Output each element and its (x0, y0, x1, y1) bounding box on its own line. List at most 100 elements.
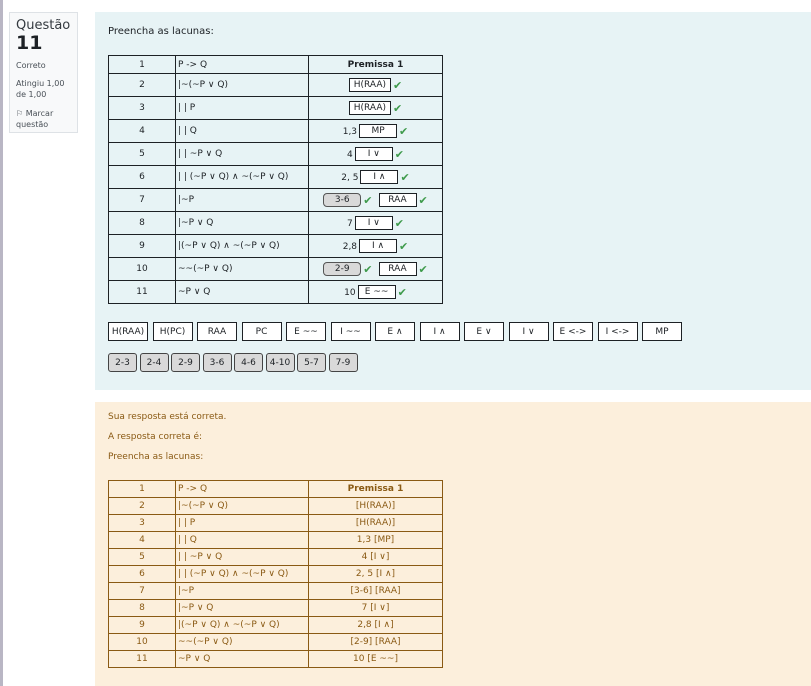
table-row: 9 |(~P ∨ Q) ∧ ~(~P ∨ Q) 2,8 [I ∧] (108, 616, 443, 634)
range-drop-slot[interactable]: 3-6 (323, 193, 362, 207)
check-icon: ✔ (399, 124, 409, 138)
rule-drop-slot[interactable]: I ∧ (360, 170, 399, 184)
row-formula: |~(~P ∨ Q) (175, 73, 309, 97)
rule-drop-slot[interactable]: RAA (378, 193, 417, 207)
range-token[interactable]: 4-10 (265, 353, 295, 372)
rule-token[interactable]: H(RAA) (108, 322, 148, 341)
check-icon: ✔ (393, 78, 403, 92)
row-justification: [2-9] [RAA] (308, 633, 443, 651)
range-drop-slot[interactable]: 2-9 (323, 262, 362, 276)
range-token[interactable]: 2-4 (139, 353, 169, 372)
table-row: 11 ~P ∨ Q 10 E ~~ ✔ (108, 280, 443, 304)
left-rail (0, 0, 3, 686)
rule-drop-slot[interactable]: I ∧ (359, 239, 398, 253)
table-row: 6 | | (~P ∨ Q) ∧ ~(~P ∨ Q) 2, 5 [I ∧] (108, 565, 443, 583)
rule-drop-slot[interactable]: I ∨ (354, 216, 393, 230)
table-row: 5 | | ~P ∨ Q4I ∨ ✔ (108, 142, 443, 166)
row-number: 4 (108, 119, 176, 143)
row-formula: | | Q (175, 119, 309, 143)
row-formula: | | ~P ∨ Q (175, 142, 309, 166)
rule-token[interactable]: I ∧ (419, 322, 460, 341)
row-formula: |~P ∨ Q (175, 599, 309, 617)
proof-table: 1 P -> Q Premissa 1 2 |~(~P ∨ Q) H(RAA) ✔ 3 |… (108, 55, 443, 304)
table-row: 10 ~~(~P ∨ Q) [2-9] [RAA] (108, 633, 443, 651)
table-row: 11 ~P ∨ Q 10 [E ~~] (108, 650, 443, 668)
line-reference: 2, 5 (341, 172, 359, 183)
row-justification: 4 [I ∨] (308, 548, 443, 566)
rule-token[interactable]: E ∧ (375, 322, 415, 341)
row-formula: P -> Q (175, 55, 309, 74)
row-formula: |(~P ∨ Q) ∧ ~(~P ∨ Q) (175, 234, 309, 258)
rule-token[interactable]: E <-> (553, 322, 593, 341)
range-token[interactable]: 5-7 (297, 353, 326, 372)
rule-drop-slot[interactable]: H(RAA) (348, 101, 392, 115)
table-row: 10 ~~(~P ∨ Q) 2-9 ✔ RAA ✔ (108, 257, 443, 281)
range-token[interactable]: 3-6 (202, 353, 232, 372)
row-formula: P -> Q (175, 480, 309, 498)
rule-token[interactable]: E ~~ (286, 322, 326, 341)
check-icon: ✔ (418, 262, 428, 276)
row-formula: | | (~P ∨ Q) ∧ ~(~P ∨ Q) (175, 165, 309, 189)
rule-token[interactable]: I <-> (597, 322, 638, 341)
rule-token[interactable]: I ~~ (330, 322, 371, 341)
row-number: 7 (108, 188, 176, 212)
range-token[interactable]: 4-6 (234, 353, 263, 372)
row-number: 4 (108, 531, 176, 549)
check-icon: ✔ (363, 193, 373, 207)
range-token[interactable]: 2-9 (171, 353, 200, 372)
rule-token[interactable]: RAA (197, 322, 237, 341)
table-row: 3 | | P [H(RAA)] (108, 514, 443, 532)
row-number: 9 (108, 616, 176, 634)
table-row: 5 | | ~P ∨ Q4 [I ∨] (108, 548, 443, 566)
row-justification: 2,8 [I ∧] (308, 616, 443, 634)
row-formula: ~P ∨ Q (175, 650, 309, 668)
table-row: 2 |~(~P ∨ Q) H(RAA) ✔ (108, 73, 443, 97)
row-justification: H(RAA) ✔ (308, 96, 443, 120)
row-formula: | | P (175, 96, 309, 120)
check-icon: ✔ (363, 262, 373, 276)
rule-token[interactable]: I ∨ (508, 322, 549, 341)
row-justification: 4I ∨ ✔ (308, 142, 443, 166)
rule-drop-slot[interactable]: RAA (378, 262, 417, 276)
row-justification: [H(RAA)] (308, 497, 443, 515)
flag-question-link[interactable]: ⚐ Marcar questão (16, 108, 71, 130)
check-icon: ✔ (399, 239, 409, 253)
right-answer-label: A resposta correta é: (108, 432, 203, 442)
rule-token[interactable]: MP (642, 322, 682, 341)
table-row: 3 | | P H(RAA) ✔ (108, 96, 443, 120)
row-number: 6 (108, 565, 176, 583)
check-icon: ✔ (393, 101, 403, 115)
question-grade: Atingiu 1,00 de 1,00 (16, 79, 65, 99)
check-icon: ✔ (394, 216, 404, 230)
rule-token[interactable]: H(PC) (152, 322, 193, 341)
line-reference: 7 (347, 218, 353, 229)
rule-drop-slot[interactable]: I ∨ (354, 147, 393, 161)
table-row: 4 | | Q 1,3 [MP] (108, 531, 443, 549)
rule-drop-slot[interactable]: H(RAA) (348, 78, 392, 92)
row-number: 10 (108, 633, 176, 651)
question-formulation: Preencha as lacunas: 1 P -> Q Premissa 1… (95, 12, 811, 390)
range-token[interactable]: 7-9 (328, 353, 358, 372)
row-number: 8 (108, 599, 176, 617)
rule-drop-slot[interactable]: E ~~ (357, 285, 396, 299)
check-icon: ✔ (418, 193, 428, 207)
rule-token[interactable]: PC (241, 322, 282, 341)
table-row: 8 |~P ∨ Q7 [I ∨] (108, 599, 443, 617)
row-justification: 2, 5I ∧ ✔ (308, 165, 443, 189)
range-token[interactable]: 2-3 (108, 353, 137, 372)
row-number: 7 (108, 582, 176, 600)
flag-icon: ⚐ (16, 109, 24, 118)
row-number: 1 (108, 480, 176, 498)
row-formula: | | (~P ∨ Q) ∧ ~(~P ∨ Q) (175, 565, 309, 583)
row-justification: 1,3 [MP] (308, 531, 443, 549)
row-justification: 3-6 ✔ RAA ✔ (308, 188, 443, 212)
table-row: 6 | | (~P ∨ Q) ∧ ~(~P ∨ Q) 2, 5I ∧ ✔ (108, 165, 443, 189)
row-number: 10 (108, 257, 176, 281)
rule-token[interactable]: E ∨ (464, 322, 504, 341)
line-reference: 1,3 (342, 126, 358, 137)
rule-drop-slot[interactable]: MP (359, 124, 398, 138)
row-formula: | | Q (175, 531, 309, 549)
row-justification: [H(RAA)] (308, 514, 443, 532)
table-row: 9 |(~P ∨ Q) ∧ ~(~P ∨ Q) 2,8 I ∧ ✔ (108, 234, 443, 258)
row-justification: Premissa 1 (308, 55, 443, 74)
